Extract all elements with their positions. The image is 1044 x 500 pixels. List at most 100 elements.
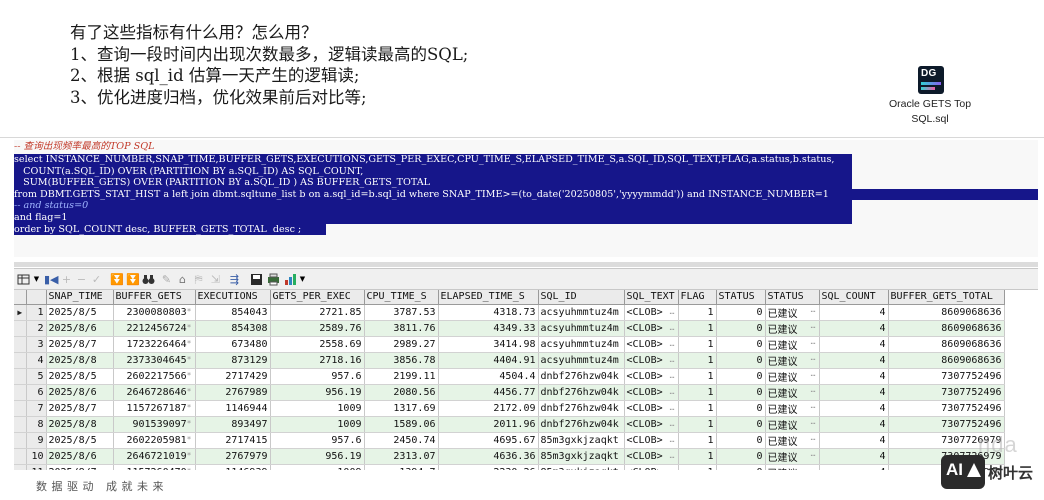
table-row[interactable]: 7 2025/8/7 1157267187 * 1146944 1009 1317.69 21… [14, 400, 1005, 417]
table-cell[interactable]: 2199.11 [364, 368, 439, 385]
table-cell[interactable]: 2373304645 * [113, 352, 196, 369]
table-cell[interactable]: 2589.76 [270, 320, 365, 337]
grid-menu-icon[interactable] [17, 273, 30, 286]
table-cell[interactable]: … <CLOB> [624, 304, 679, 321]
table-cell[interactable]: 3787.53 [364, 304, 439, 321]
table-cell[interactable]: 4 [819, 320, 889, 337]
table-cell[interactable]: 2646728646 * [113, 384, 196, 401]
cell-editor-mark-icon[interactable]: * [187, 323, 193, 332]
table-cell[interactable]: … 已建议 [765, 320, 820, 337]
table-cell[interactable]: 2767989 [195, 384, 271, 401]
cell-editor-mark-icon[interactable]: … [811, 369, 817, 378]
post-edit-icon[interactable]: ✓ [90, 273, 103, 286]
table-row[interactable]: 9 2025/8/5 2602205981 * 2717415 957.6 2450.74 4… [14, 432, 1005, 449]
table-cell[interactable]: 4695.67 [438, 432, 539, 449]
first-record-icon[interactable]: ▮◀ [44, 273, 59, 286]
table-cell[interactable]: 1146939 [195, 464, 271, 470]
table-cell[interactable]: 2602217566 * [113, 368, 196, 385]
table-cell[interactable]: 0 [716, 304, 766, 321]
table-cell[interactable]: 2767979 [195, 448, 271, 465]
table-cell[interactable]: 1 [678, 448, 717, 465]
table-row[interactable]: 3 2025/8/7 1723226464 * 673480 2558.69 2989.27… [14, 336, 1005, 353]
cell-editor-mark-icon[interactable]: * [187, 339, 193, 348]
cell-editor-mark-icon[interactable]: * [187, 403, 193, 412]
column-header[interactable]: EXECUTIONS [195, 290, 271, 305]
run-icon[interactable]: ⇶ [228, 273, 241, 286]
column-header[interactable]: CPU_TIME_S [364, 290, 439, 305]
table-cell[interactable]: … <CLOB> [624, 368, 679, 385]
table-row[interactable]: 10 2025/8/6 2646721019 * 2767979 956.19 2313.0… [14, 448, 1005, 465]
table-cell[interactable]: 0 [716, 368, 766, 385]
row-indicator[interactable] [14, 336, 27, 353]
table-cell[interactable]: … 已建议 [765, 384, 820, 401]
table-cell[interactable]: 4504.4 [438, 368, 539, 385]
result-grid[interactable]: SNAP_TIME BUFFER_GETS EXECUTIONS GETS_PE… [14, 290, 1038, 470]
table-cell[interactable]: 0 [716, 400, 766, 417]
row-indicator[interactable] [14, 352, 27, 369]
table-cell[interactable]: … <CLOB> [624, 400, 679, 417]
table-cell[interactable]: dnbf276hzw04k [538, 400, 625, 417]
table-cell[interactable]: 4 [819, 352, 889, 369]
table-cell[interactable]: 2025/8/6 [46, 448, 114, 465]
print-icon[interactable] [267, 273, 280, 286]
filter-icon[interactable]: ⏬ [110, 273, 124, 286]
table-cell[interactable]: 957.6 [270, 368, 365, 385]
cell-editor-mark-icon[interactable]: * [187, 371, 193, 380]
table-cell[interactable]: 2717415 [195, 432, 271, 449]
table-cell[interactable]: 2172.09 [438, 400, 539, 417]
table-cell[interactable]: acsyuhmmtuz4m [538, 352, 625, 369]
row-indicator[interactable] [14, 384, 27, 401]
table-cell[interactable]: acsyuhmmtuz4m [538, 336, 625, 353]
table-cell[interactable]: 85m3gxkjzaqkt [538, 464, 625, 470]
table-cell[interactable]: … <CLOB> [624, 416, 679, 433]
row-indicator[interactable] [14, 368, 27, 385]
table-cell[interactable]: 2025/8/5 [46, 432, 114, 449]
column-header[interactable]: SQL_ID [538, 290, 625, 305]
table-row[interactable]: 112025/8/7 1157260470* 1146939 1009 1394.7 22… [14, 464, 1005, 471]
table-cell[interactable]: 7307752496 [888, 368, 1005, 385]
column-header[interactable]: ELAPSED_TIME_S [438, 290, 539, 305]
table-cell[interactable]: 3811.76 [364, 320, 439, 337]
table-cell[interactable]: 2602205981 * [113, 432, 196, 449]
row-indicator[interactable] [14, 320, 27, 337]
table-cell[interactable]: acsyuhmmtuz4m [538, 304, 625, 321]
table-cell[interactable]: 1 [678, 352, 717, 369]
cell-editor-mark-icon[interactable]: * [187, 467, 193, 471]
table-cell[interactable]: 0 [716, 352, 766, 369]
table-row[interactable]: 5 2025/8/5 2602217566 * 2717429 957.6 2199.11 4… [14, 368, 1005, 385]
dropdown-arrow-icon[interactable]: ▼ [296, 273, 309, 286]
table-row[interactable]: 2 2025/8/6 2212456724 * 854308 2589.76 3811.76… [14, 320, 1005, 337]
table-row[interactable]: 6 2025/8/6 2646728646 * 2767989 956.19 2080.56… [14, 384, 1005, 401]
filter-clear-icon[interactable]: ⏬ [126, 273, 140, 286]
cell-editor-mark-icon[interactable]: … [811, 321, 817, 330]
table-cell[interactable]: 2025/8/5 [46, 304, 114, 321]
column-header[interactable]: STATUS [716, 290, 766, 305]
table-cell[interactable]: 4 [819, 384, 889, 401]
table-cell[interactable]: 3856.78 [364, 352, 439, 369]
table-cell[interactable]: 2989.27 [364, 336, 439, 353]
table-cell[interactable]: 8609068636 [888, 320, 1005, 337]
cell-editor-mark-icon[interactable]: … [670, 419, 676, 428]
binoculars-icon[interactable] [142, 273, 155, 286]
table-cell[interactable]: 2025/8/7 [46, 400, 114, 417]
table-cell[interactable]: 1 [678, 416, 717, 433]
table-cell[interactable]: 2025/8/8 [46, 352, 114, 369]
table-cell[interactable]: 1 [678, 384, 717, 401]
table-cell[interactable]: 2025/8/8 [46, 416, 114, 433]
table-cell[interactable]: 85m3gxkjzaqkt [538, 448, 625, 465]
cell-editor-mark-icon[interactable]: … [670, 387, 676, 396]
table-cell[interactable]: 1157260470* [113, 464, 196, 471]
table-cell[interactable]: 2558.69 [270, 336, 365, 353]
cell-editor-mark-icon[interactable]: * [187, 435, 193, 444]
table-cell[interactable]: 893497 [195, 416, 271, 433]
column-header[interactable]: SQL_TEXT [624, 290, 679, 305]
table-cell[interactable]: 4349.33 [438, 320, 539, 337]
table-cell[interactable]: 0 [716, 336, 766, 353]
cell-editor-mark-icon[interactable]: … [670, 403, 676, 412]
table-cell[interactable]: … 已建议 [765, 464, 820, 470]
table-cell[interactable]: 1009 [270, 400, 365, 417]
table-cell[interactable]: … <CLOB> [624, 336, 679, 353]
table-cell[interactable]: 4 [819, 432, 889, 449]
table-cell[interactable]: 956.19 [270, 384, 365, 401]
cell-editor-mark-icon[interactable]: … [811, 417, 817, 426]
